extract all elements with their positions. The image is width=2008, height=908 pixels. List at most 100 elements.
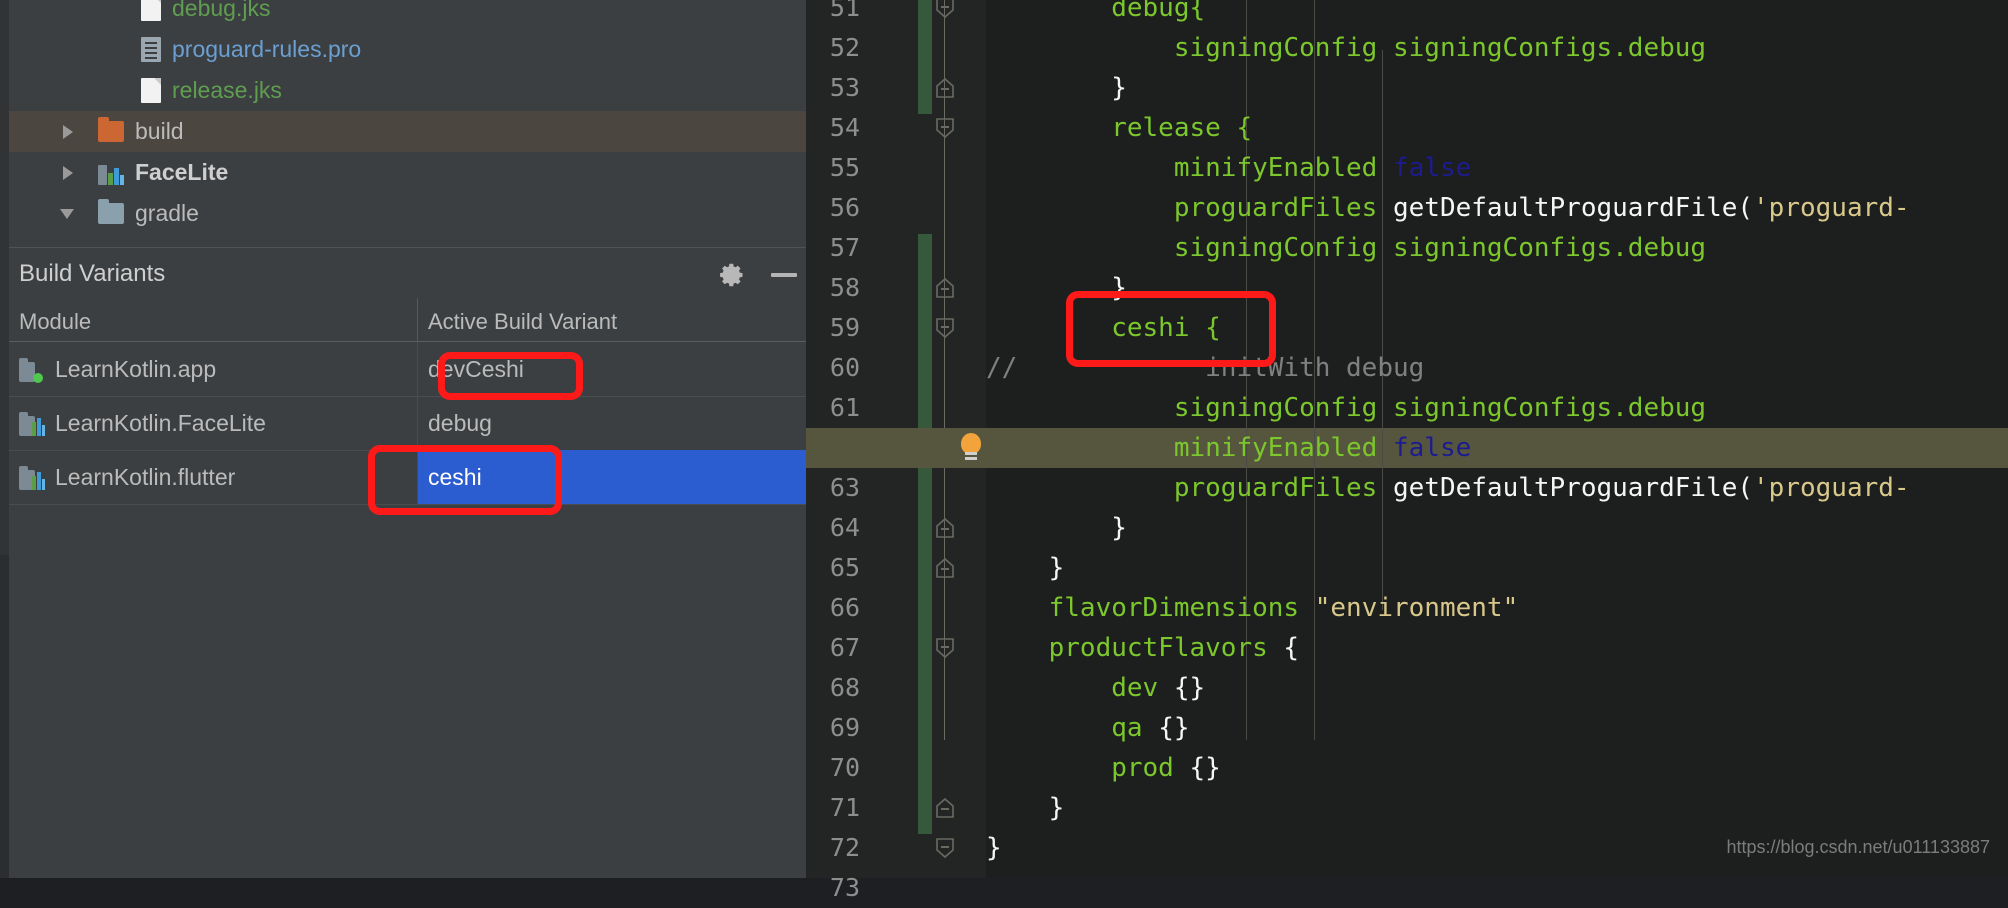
tree-item-proguard-rules-pro[interactable]: proguard-rules.pro bbox=[9, 29, 806, 70]
line-number: 52 bbox=[829, 33, 860, 62]
module-lib-icon bbox=[19, 411, 45, 436]
code-line[interactable]: prod {} bbox=[986, 748, 2008, 788]
build-variant-row[interactable]: ceshi LearnKotlin.flutter bbox=[9, 450, 806, 505]
code-line[interactable]: proguardFiles getDefaultProguardFile('pr… bbox=[986, 468, 2008, 508]
code-fold-icon[interactable] bbox=[934, 797, 956, 819]
tree-item-facelite[interactable]: FaceLite bbox=[9, 152, 806, 193]
code-token: "environment" bbox=[1314, 593, 1519, 623]
column-divider[interactable] bbox=[417, 298, 418, 341]
left-panel-edge-lower bbox=[0, 555, 9, 878]
code-line[interactable]: signingConfig signingConfigs.debug bbox=[986, 28, 2008, 68]
code-token: release { bbox=[986, 113, 1253, 143]
line-number: 53 bbox=[829, 73, 860, 102]
code-line[interactable]: } bbox=[986, 788, 2008, 828]
editor-code-area[interactable]: debug{ signingConfig signingConfigs.debu… bbox=[986, 0, 2008, 878]
code-fold-icon[interactable] bbox=[934, 837, 956, 859]
build-variant-row[interactable]: debug LearnKotlin.FaceLite bbox=[9, 396, 806, 451]
code-token: } bbox=[986, 793, 1065, 823]
lightbulb-icon[interactable] bbox=[958, 433, 984, 463]
text-file-icon bbox=[141, 37, 161, 62]
code-token: false bbox=[1393, 433, 1472, 463]
code-line[interactable]: proguardFiles getDefaultProguardFile('pr… bbox=[986, 188, 2008, 228]
code-line[interactable]: // initWith debug bbox=[986, 348, 2008, 388]
code-line[interactable]: } bbox=[986, 68, 2008, 108]
folder-icon bbox=[98, 199, 124, 224]
module-cell[interactable]: LearnKotlin.flutter bbox=[19, 464, 235, 491]
code-line[interactable]: minifyEnabled false bbox=[986, 428, 2008, 468]
module-cell[interactable]: LearnKotlin.app bbox=[19, 356, 216, 383]
line-number: 65 bbox=[829, 553, 860, 582]
module-label: LearnKotlin.app bbox=[55, 356, 217, 382]
code-fold-icon[interactable] bbox=[934, 277, 956, 299]
gear-icon[interactable] bbox=[718, 261, 746, 289]
code-fold-icon[interactable] bbox=[934, 77, 956, 99]
code-token: {} bbox=[1158, 713, 1190, 743]
line-number: 73 bbox=[829, 873, 860, 902]
code-line[interactable]: } bbox=[986, 508, 2008, 548]
tree-item-build[interactable]: build bbox=[9, 111, 806, 152]
chevron-down-icon[interactable] bbox=[59, 205, 76, 222]
vcs-change-marker[interactable] bbox=[918, 0, 932, 114]
selected-variant-cell[interactable]: ceshi bbox=[418, 450, 806, 504]
code-token: } bbox=[986, 553, 1065, 583]
code-fold-icon[interactable] bbox=[934, 557, 956, 579]
code-token: prod bbox=[986, 753, 1190, 783]
code-line[interactable]: productFlavors { bbox=[986, 628, 2008, 668]
module-label: LearnKotlin.FaceLite bbox=[55, 410, 266, 436]
code-line[interactable]: debug{ bbox=[986, 0, 2008, 28]
code-line[interactable]: signingConfig signingConfigs.debug bbox=[986, 388, 2008, 428]
build-variants-header: Build Variants bbox=[9, 247, 806, 300]
code-line[interactable]: release { bbox=[986, 108, 2008, 148]
tree-item-debug-jks[interactable]: debug.jks bbox=[9, 0, 806, 29]
chevron-right-icon[interactable] bbox=[59, 164, 76, 181]
build-variants-header-row: Module Active Build Variant bbox=[9, 298, 806, 342]
code-token: proguardFiles bbox=[986, 473, 1393, 503]
build-variants-empty-area bbox=[9, 510, 806, 878]
line-number: 61 bbox=[829, 393, 860, 422]
code-token: signingConfig signingConfigs.debug bbox=[986, 33, 1707, 63]
code-line[interactable]: signingConfig signingConfigs.debug bbox=[986, 228, 2008, 268]
line-number: 69 bbox=[829, 713, 860, 742]
code-line[interactable]: qa {} bbox=[986, 708, 2008, 748]
code-fold-icon[interactable] bbox=[934, 0, 956, 19]
code-line[interactable]: } bbox=[986, 548, 2008, 588]
code-fold-icon[interactable] bbox=[934, 117, 956, 139]
code-line[interactable]: } bbox=[986, 268, 2008, 308]
module-cell[interactable]: LearnKotlin.FaceLite bbox=[19, 410, 266, 437]
line-number: 55 bbox=[829, 153, 860, 182]
module-lib-icon bbox=[19, 465, 45, 490]
module-label: LearnKotlin.flutter bbox=[55, 464, 236, 490]
code-token: qa bbox=[986, 713, 1159, 743]
line-number: 66 bbox=[829, 593, 860, 622]
project-tree[interactable]: debug.jks proguard-rules.pro release.jks bu… bbox=[9, 0, 806, 247]
tree-item-label: debug.jks bbox=[172, 0, 271, 21]
code-line[interactable] bbox=[986, 868, 2008, 908]
code-fold-icon[interactable] bbox=[934, 317, 956, 339]
variant-value: ceshi bbox=[428, 464, 482, 490]
variant-value[interactable]: devCeshi bbox=[428, 356, 524, 383]
tree-item-label: FaceLite bbox=[135, 159, 229, 185]
code-line[interactable]: minifyEnabled false bbox=[986, 148, 2008, 188]
column-header-active-build-variant[interactable]: Active Build Variant bbox=[428, 309, 617, 335]
column-header-module[interactable]: Module bbox=[19, 309, 91, 335]
build-variant-row[interactable]: devCeshi LearnKotlin.app bbox=[9, 342, 806, 397]
code-token: dev bbox=[986, 673, 1174, 703]
code-token: minifyEnabled bbox=[986, 433, 1393, 463]
chevron-right-icon[interactable] bbox=[59, 123, 76, 140]
variant-value[interactable]: debug bbox=[428, 410, 492, 437]
code-line[interactable]: ceshi { bbox=[986, 308, 2008, 348]
code-editor[interactable]: 5152535455565758596061626364656667686970… bbox=[806, 0, 2008, 902]
code-fold-icon[interactable] bbox=[934, 517, 956, 539]
code-line[interactable]: flavorDimensions "environment" bbox=[986, 588, 2008, 628]
code-token: flavorDimensions bbox=[986, 593, 1315, 623]
code-line[interactable]: dev {} bbox=[986, 668, 2008, 708]
code-token: } bbox=[986, 273, 1127, 303]
build-variants-table[interactable]: Module Active Build Variant devCeshi Lear… bbox=[9, 298, 806, 510]
line-number: 54 bbox=[829, 113, 860, 142]
code-fold-icon[interactable] bbox=[934, 637, 956, 659]
line-number: 63 bbox=[829, 473, 860, 502]
tree-item-release-jks[interactable]: release.jks bbox=[9, 70, 806, 111]
tree-item-gradle[interactable]: gradle bbox=[9, 193, 806, 234]
vcs-change-marker[interactable] bbox=[918, 554, 932, 834]
line-number: 72 bbox=[829, 833, 860, 862]
